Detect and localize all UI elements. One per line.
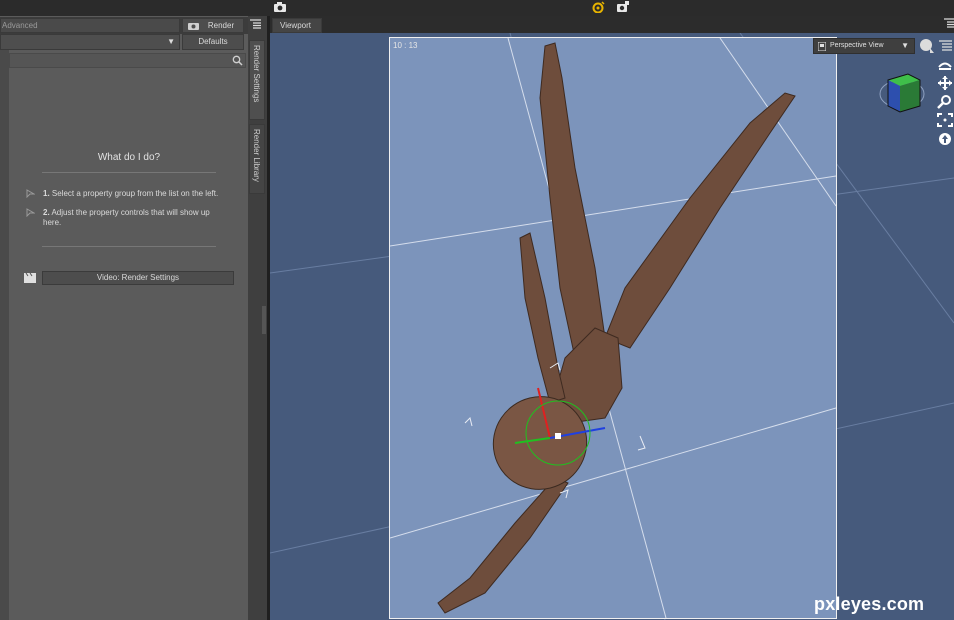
camera-icon[interactable] bbox=[273, 1, 287, 13]
pane-menu-icon[interactable] bbox=[944, 18, 954, 28]
orbit-icon[interactable] bbox=[937, 58, 953, 72]
video-clapper-icon bbox=[24, 273, 36, 283]
view-cube[interactable] bbox=[878, 66, 926, 120]
property-group-list[interactable] bbox=[0, 50, 9, 620]
viewport-tab-bar bbox=[270, 16, 954, 33]
reset-view-icon[interactable] bbox=[937, 132, 953, 146]
aspect-ratio-label: 10 : 13 bbox=[393, 41, 418, 50]
top-toolbar bbox=[0, 0, 954, 16]
step-number: 1. bbox=[43, 189, 50, 198]
defaults-button[interactable]: Defaults bbox=[182, 34, 244, 50]
camera-select[interactable]: Perspective View ▼ bbox=[813, 38, 915, 54]
tab-render-settings[interactable]: Render Settings bbox=[249, 40, 265, 120]
pointer-arrow-icon bbox=[26, 189, 35, 198]
spot-render-icon[interactable] bbox=[592, 1, 606, 13]
viewport-menu-icon[interactable] bbox=[939, 40, 952, 51]
video-render-settings-button[interactable]: Video: Render Settings bbox=[42, 271, 234, 285]
camera-icon bbox=[188, 23, 199, 30]
scene-render bbox=[390, 38, 836, 618]
help-step-2: 2. Adjust the property controls that wil… bbox=[43, 208, 223, 228]
pointer-arrow-icon bbox=[26, 208, 35, 217]
tab-label: Render Library bbox=[252, 129, 261, 182]
divider bbox=[42, 246, 216, 247]
preset-dropdown[interactable]: ▼ bbox=[0, 34, 180, 50]
pane-header: Advanced Render bbox=[0, 17, 248, 34]
step-text: Select a property group from the list on… bbox=[49, 189, 219, 198]
help-title: What do I do? bbox=[97, 152, 161, 163]
chevron-down-icon: ▼ bbox=[167, 37, 175, 46]
divider bbox=[42, 172, 216, 173]
render-frame bbox=[389, 37, 837, 619]
pane-menu-icon[interactable] bbox=[250, 19, 261, 29]
render-button[interactable]: Render bbox=[182, 18, 244, 33]
search-icon bbox=[232, 55, 243, 66]
step-text: Adjust the property controls that will s… bbox=[43, 208, 210, 227]
tab-viewport[interactable]: Viewport bbox=[272, 18, 322, 33]
render-camera-icon[interactable] bbox=[616, 1, 630, 13]
render-settings-pane bbox=[0, 16, 248, 620]
step-number: 2. bbox=[43, 208, 50, 217]
help-step-1: 1. Select a property group from the list… bbox=[43, 189, 229, 199]
pan-icon[interactable] bbox=[937, 76, 953, 90]
pane-splitter-handle[interactable] bbox=[262, 306, 266, 334]
camera-view-icon bbox=[818, 42, 826, 51]
tab-render-library[interactable]: Render Library bbox=[249, 124, 265, 194]
zoom-icon[interactable] bbox=[937, 95, 953, 109]
tab-label: Render Settings bbox=[252, 45, 261, 103]
watermark: pxleyes.com bbox=[814, 594, 925, 614]
camera-select-value: Perspective View bbox=[830, 42, 884, 49]
frame-selection-icon[interactable] bbox=[937, 113, 953, 127]
chevron-down-icon: ▼ bbox=[901, 41, 909, 50]
filter-input[interactable] bbox=[9, 53, 246, 68]
tab-advanced[interactable]: Advanced bbox=[0, 18, 180, 33]
draw-style-icon[interactable] bbox=[918, 38, 936, 54]
